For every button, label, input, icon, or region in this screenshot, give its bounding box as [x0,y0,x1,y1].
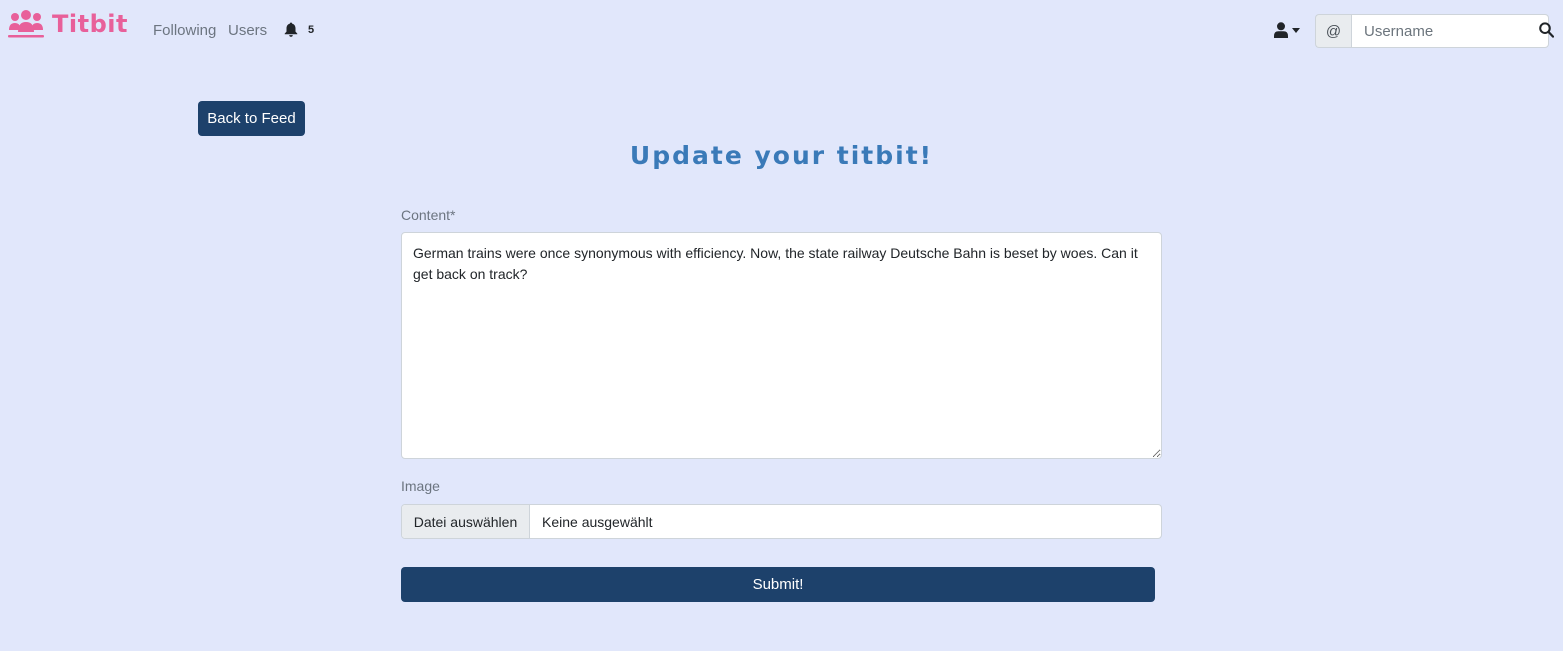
file-status-text: Keine ausgewählt [542,513,653,530]
username-search: @ [1315,14,1549,48]
at-prefix: @ [1315,14,1351,48]
content-textarea[interactable]: German trains were once synonymous with … [401,232,1162,459]
nav-users[interactable]: Users [228,22,267,39]
users-icon [8,10,44,38]
image-file-input[interactable]: Datei auswählen Keine ausgewählt [401,504,1162,539]
user-menu-dropdown[interactable] [1274,22,1300,38]
submit-button[interactable]: Submit! [401,567,1155,602]
user-icon [1274,22,1288,38]
username-search-input[interactable] [1351,14,1549,48]
notification-count: 5 [308,23,315,36]
chevron-down-icon [1292,27,1300,33]
content-label: Content* [401,207,456,223]
search-button[interactable] [1539,22,1554,38]
bell-icon [284,22,298,37]
choose-file-button[interactable]: Datei auswählen [402,505,530,538]
brand-logo[interactable]: Titbit [8,6,128,42]
navbar: Titbit Following Users 5 @ [0,0,1563,62]
page-title: Update your titbit! [629,141,934,170]
back-to-feed-button[interactable]: Back to Feed [198,101,305,136]
notifications-button[interactable]: 5 [284,22,314,37]
brand-name: Titbit [52,10,128,38]
image-label: Image [401,478,440,494]
search-icon [1539,22,1554,38]
nav-following[interactable]: Following [153,22,216,39]
